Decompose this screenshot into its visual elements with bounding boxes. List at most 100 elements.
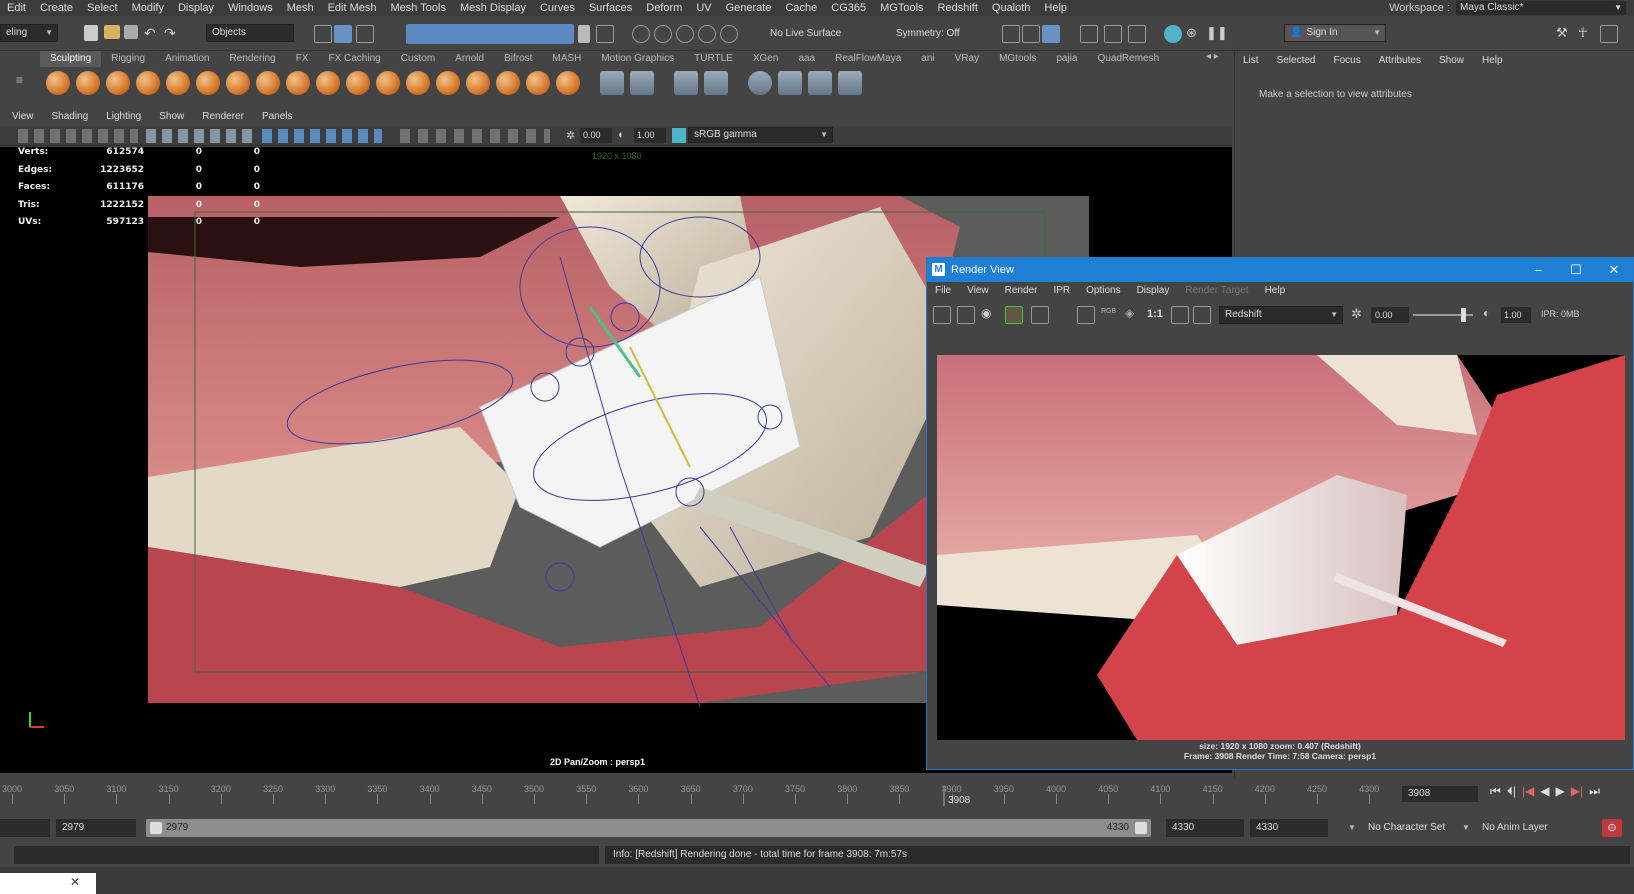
menu-generate[interactable]: Generate [719, 2, 779, 14]
snap-toggle-group[interactable] [406, 24, 574, 44]
pause-icon[interactable]: ❚❚ [1206, 25, 1228, 43]
eraser-icon[interactable] [838, 71, 862, 95]
renderer-dropdown[interactable]: Redshift ▼ [1219, 306, 1343, 324]
close-icon[interactable]: ✕ [70, 875, 80, 889]
command-input[interactable] [14, 846, 599, 864]
step-back-icon[interactable]: ⏴| [1507, 784, 1516, 799]
viewport-menu-lighting[interactable]: Lighting [106, 109, 141, 125]
attr-menu-show[interactable]: Show [1439, 55, 1464, 66]
texture-icon[interactable] [748, 71, 772, 95]
color-management-icon[interactable] [672, 128, 686, 143]
snap-live-icon[interactable] [596, 25, 614, 43]
attr-menu-help[interactable]: Help [1482, 55, 1503, 66]
menu-cg365[interactable]: CG365 [824, 2, 873, 14]
shelf-tab-quadremesh[interactable]: QuadRemesh [1087, 51, 1169, 67]
rv-menu-display[interactable]: Display [1137, 285, 1170, 296]
amplify-tool-icon[interactable] [526, 71, 550, 95]
isolate-tools-icon[interactable] [400, 129, 550, 143]
redo-render-icon[interactable] [933, 306, 951, 324]
exposure-slider-handle[interactable] [1461, 308, 1466, 322]
character-controls-icon[interactable]: ☥ [1578, 25, 1596, 43]
auto-key-icon[interactable]: ⊙ [1602, 819, 1622, 837]
close-icon[interactable]: ✕ [1595, 258, 1633, 282]
color-space-dropdown[interactable]: sRGB gamma ▼ [688, 127, 833, 143]
ipr-icon[interactable] [1128, 25, 1146, 43]
rv-menu-ipr[interactable]: IPR [1053, 285, 1070, 296]
render-view-titlebar[interactable]: M Render View – ☐ ✕ [927, 258, 1633, 282]
menu-mgtools[interactable]: MGTools [873, 2, 930, 14]
mask-icon[interactable] [674, 71, 698, 95]
menu-uv[interactable]: UV [689, 2, 718, 14]
shelf-tab-fx-caching[interactable]: FX Caching [318, 51, 390, 67]
knife-tool-icon[interactable] [436, 71, 460, 95]
shelf-tab-aaa[interactable]: aaa [788, 51, 825, 67]
construction-icon[interactable] [654, 25, 672, 43]
sculpt-tool-icon[interactable] [46, 71, 70, 95]
panel-layout-icon[interactable] [1002, 25, 1020, 43]
menu-mesh[interactable]: Mesh [280, 2, 321, 14]
menu-display[interactable]: Display [171, 2, 221, 14]
menu-create[interactable]: Create [33, 2, 80, 14]
shelf-tab-rigging[interactable]: Rigging [101, 51, 155, 67]
snapshot-icon[interactable]: ◉ [981, 306, 999, 324]
lasso-icon[interactable] [334, 25, 352, 43]
menu-deform[interactable]: Deform [639, 2, 689, 14]
help-tab[interactable]: ✕ [0, 873, 96, 894]
spray-tool-icon[interactable] [256, 71, 280, 95]
keep-image-icon[interactable] [1077, 306, 1095, 324]
live-surface-label[interactable]: No Live Surface [770, 28, 841, 39]
repeat-tool-icon[interactable] [286, 71, 310, 95]
snap-view-icon[interactable] [720, 25, 738, 43]
range-end-handle[interactable] [1135, 822, 1147, 834]
viewport-menu-renderer[interactable]: Renderer [202, 109, 244, 125]
attr-menu-list[interactable]: List [1243, 55, 1259, 66]
menu-windows[interactable]: Windows [221, 2, 280, 14]
imprint-tool-icon[interactable] [316, 71, 340, 95]
ratio-label[interactable]: 1:1 [1147, 308, 1163, 320]
stamp-icon[interactable] [778, 71, 802, 95]
pinch-tool-icon[interactable] [166, 71, 190, 95]
menu-help[interactable]: Help [1037, 2, 1074, 14]
alpha-channel-icon[interactable]: ◈ [1125, 306, 1143, 324]
go-to-end-icon[interactable]: ⏭ [1589, 784, 1600, 799]
shelf-tab-ani[interactable]: ani [911, 51, 944, 67]
camera-tools-icon[interactable] [18, 129, 138, 143]
settings-icon[interactable] [808, 71, 832, 95]
selection-mode-dropdown[interactable]: Objects [206, 24, 294, 42]
maximize-icon[interactable]: ☐ [1557, 258, 1595, 282]
smooth-tool-icon[interactable] [76, 71, 100, 95]
freeze-tool-icon[interactable] [556, 71, 580, 95]
snap-point-icon[interactable] [698, 25, 716, 43]
shelf-tab-xgen[interactable]: XGen [743, 51, 789, 67]
rv-exposure-field[interactable]: 0.00 [1371, 307, 1409, 323]
redo-icon[interactable]: ↷ [164, 26, 182, 44]
display-toggles-icon[interactable] [146, 129, 256, 143]
grab-tool-icon[interactable] [136, 71, 160, 95]
shelf-tab-animation[interactable]: Animation [155, 51, 219, 67]
paint-select-icon[interactable] [356, 25, 374, 43]
render-frame-icon[interactable] [1080, 25, 1098, 43]
menu-modify[interactable]: Modify [125, 2, 171, 14]
menu-cache[interactable]: Cache [778, 2, 824, 14]
undo-icon[interactable]: ↶ [144, 26, 162, 44]
attribute-editor-icon[interactable] [1600, 25, 1618, 43]
zoom-fit-icon[interactable] [1171, 306, 1189, 324]
sign-in-button[interactable]: 👤 Sign In ▼ [1284, 24, 1386, 42]
scrape-tool-icon[interactable] [376, 71, 400, 95]
playback-end-field[interactable]: 4330 [1166, 819, 1244, 837]
relax-tool-icon[interactable] [106, 71, 130, 95]
current-frame-field[interactable]: 3908 [1402, 786, 1478, 802]
shelf-tab-custom[interactable]: Custom [391, 51, 445, 67]
menuset-dropdown[interactable]: eling ▼ [0, 24, 58, 42]
ipr-render-icon[interactable] [1005, 306, 1023, 324]
menu-edit-mesh[interactable]: Edit Mesh [321, 2, 384, 14]
shading-toggles-icon[interactable] [262, 129, 382, 143]
new-scene-icon[interactable] [84, 25, 98, 41]
lock-icon[interactable] [578, 25, 590, 43]
shelf-tab-mash[interactable]: MASH [542, 51, 591, 67]
playback-range-bar[interactable]: 2979 4330 [146, 819, 1151, 837]
shelf-tab-motion-graphics[interactable]: Motion Graphics [591, 51, 684, 67]
shelf-tab-bifrost[interactable]: Bifrost [494, 51, 542, 67]
history-icon[interactable] [632, 25, 650, 43]
viewport-menu-show[interactable]: Show [159, 109, 184, 125]
